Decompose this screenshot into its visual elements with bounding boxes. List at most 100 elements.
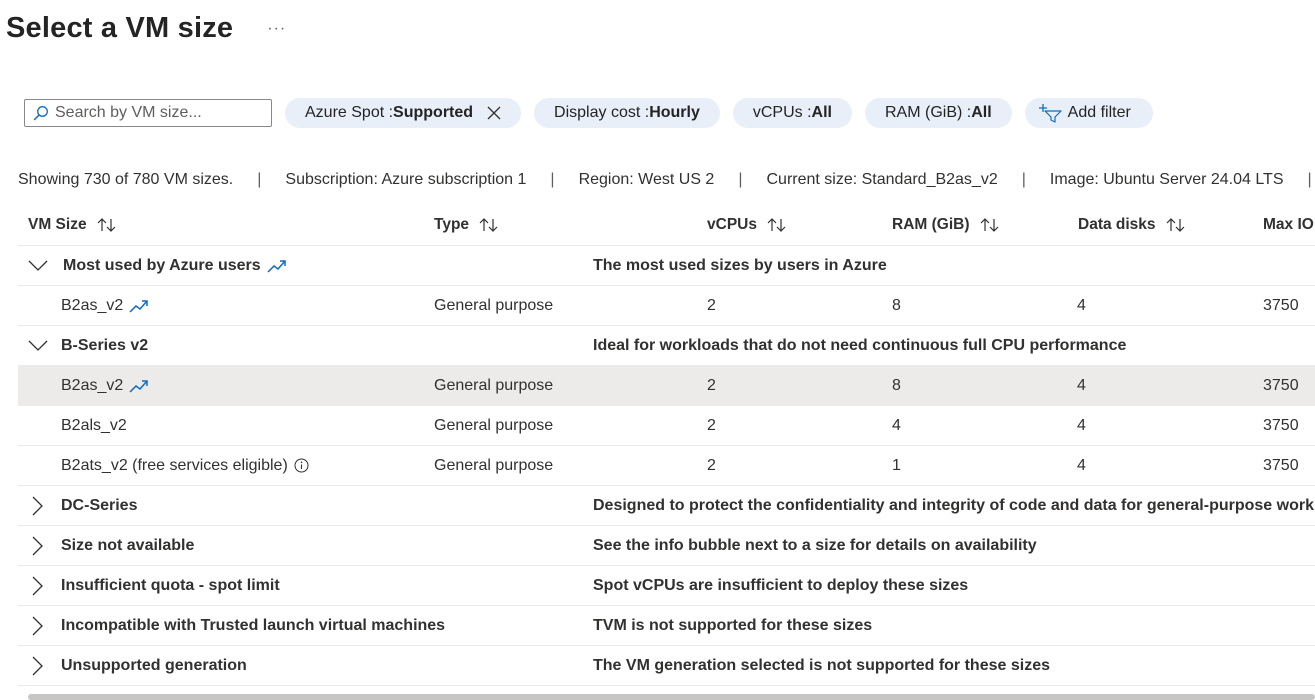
column-header-vcpus[interactable]: vCPUs [707,204,788,245]
filter-pill-vcpus[interactable]: vCPUs : All [732,98,852,128]
separator: | [738,171,743,188]
group-row-size-not-available[interactable]: Size not available See the info bubble n… [18,526,1315,566]
group-name: Insufficient quota - spot limit [61,576,280,594]
group-name: Most used by Azure users [63,246,287,285]
filter-pill-label: vCPUs : [752,104,812,121]
sort-arrows-icon[interactable] [96,217,118,233]
trending-up-icon [129,299,149,313]
group-row-incompatible-trusted-launch[interactable]: Incompatible with Trusted launch virtual… [18,606,1315,646]
vm-size-name: B2as_v2 [61,376,124,394]
filter-pill-azure-spot[interactable]: Azure Spot : Supported [285,98,522,128]
subscription-info: Subscription: Azure subscription 1 [285,171,527,188]
group-row-insufficient-quota[interactable]: Insufficient quota - spot limit Spot vCP… [18,566,1315,606]
column-header-max-iops[interactable]: Max IO [1263,204,1314,245]
vm-size-cell: B2ats_v2 (free services eligible) [61,446,309,485]
column-header-label: Max IO [1263,215,1314,233]
group-row-b-series-v2[interactable]: B-Series v2 Ideal for workloads that do … [18,326,1315,366]
info-icon[interactable] [294,458,309,473]
ram-cell: 4 [892,416,901,434]
add-filter-icon [1038,104,1062,123]
chevron-down-icon[interactable] [28,326,48,365]
search-icon [33,106,48,121]
type-cell: General purpose [434,456,554,474]
filter-pill-label: Display cost : [554,104,650,121]
vcpus-cell: 2 [707,376,716,394]
vcpus-cell: 2 [707,416,716,434]
type-cell: General purpose [434,376,554,394]
column-header-label: VM Size [28,215,87,233]
group-description: The VM generation selected is not suppor… [593,656,1050,674]
chevron-down-icon[interactable] [28,246,48,285]
search-input[interactable] [55,104,255,122]
group-description: TVM is not supported for these sizes [593,616,873,634]
ram-cell: 1 [892,456,901,474]
vm-size-cell: B2as_v2 [61,366,149,405]
filter-pill-display-cost[interactable]: Display cost : Hourly [534,98,720,128]
data-disks-cell: 4 [1077,376,1086,394]
chevron-right-icon[interactable] [32,526,44,565]
filter-pill-ram[interactable]: RAM (GiB) : All [864,98,1012,128]
group-name: Unsupported generation [61,656,247,674]
region-info: Region: West US 2 [578,171,715,188]
filter-pill-value: All [811,104,832,121]
data-disks-cell: 4 [1077,296,1086,314]
table-row-selected[interactable]: B2as_v2 General purpose 2 8 4 3750 [18,366,1315,406]
horizontal-scrollbar[interactable] [28,694,1315,700]
max-iops-cell: 3750 [1263,456,1299,474]
filter-pill-label: Azure Spot : [305,104,394,121]
column-header-vm-size[interactable]: VM Size [28,204,118,245]
column-header-type[interactable]: Type [434,204,500,245]
current-size-info: Current size: Standard_B2as_v2 [766,171,998,188]
column-header-data-disks[interactable]: Data disks [1078,204,1187,245]
title-bar: Select a VM size ··· [6,8,286,48]
max-iops-cell: 3750 [1263,376,1299,394]
filter-pill-value: Hourly [649,104,700,121]
column-header-label: vCPUs [707,215,757,233]
group-name: B-Series v2 [61,336,149,354]
vcpus-cell: 2 [707,296,716,314]
filter-bar: Azure Spot : Supported Display cost : Ho… [24,98,1166,128]
summary-bar: Showing 730 of 780 VM sizes. | Subscript… [18,170,1315,190]
group-row-dc-series[interactable]: DC-Series Designed to protect the confid… [18,486,1315,526]
filter-pill-value: Supported [393,104,474,121]
more-options-icon[interactable]: ··· [267,20,286,38]
group-row-unsupported-generation[interactable]: Unsupported generation The VM generation… [18,646,1315,686]
sort-arrows-icon[interactable] [478,217,500,233]
separator: | [257,171,262,188]
max-iops-cell: 3750 [1263,296,1299,314]
vm-size-name: B2als_v2 [61,416,127,434]
type-cell: General purpose [434,296,554,314]
chevron-right-icon[interactable] [32,486,44,525]
page-title: Select a VM size [6,11,234,44]
table-row[interactable]: B2als_v2 General purpose 2 4 4 3750 [18,406,1315,446]
ram-cell: 8 [892,376,901,394]
column-header-label: Data disks [1078,215,1156,233]
sort-arrows-icon[interactable] [1165,217,1187,233]
type-cell: General purpose [434,416,554,434]
group-description: Designed to protect the confidentiality … [593,496,1315,514]
close-icon[interactable] [487,106,501,120]
group-name: Incompatible with Trusted launch virtual… [61,616,446,634]
group-description: See the info bubble next to a size for d… [593,536,1037,554]
separator: | [550,171,555,188]
add-filter-button[interactable]: Add filter [1024,98,1153,128]
group-row-most-used[interactable]: Most used by Azure users The most used s… [18,246,1315,286]
separator: | [1307,171,1312,188]
vm-size-name: B2ats_v2 (free services eligible) [61,456,288,474]
chevron-right-icon[interactable] [32,646,44,685]
sort-arrows-icon[interactable] [979,217,1001,233]
sort-arrows-icon[interactable] [766,217,788,233]
column-header-ram[interactable]: RAM (GiB) [892,204,1001,245]
group-name: DC-Series [61,496,138,514]
search-box[interactable] [24,99,272,127]
max-iops-cell: 3750 [1263,416,1299,434]
ram-cell: 8 [892,296,901,314]
filter-pill-value: All [971,104,992,121]
table-row[interactable]: B2ats_v2 (free services eligible) Genera… [18,446,1315,486]
chevron-right-icon[interactable] [32,606,44,645]
vcpus-cell: 2 [707,456,716,474]
chevron-right-icon[interactable] [32,566,44,605]
data-disks-cell: 4 [1077,456,1086,474]
table-row[interactable]: B2as_v2 General purpose 2 8 4 3750 [18,286,1315,326]
image-info: Image: Ubuntu Server 24.04 LTS [1049,171,1284,188]
